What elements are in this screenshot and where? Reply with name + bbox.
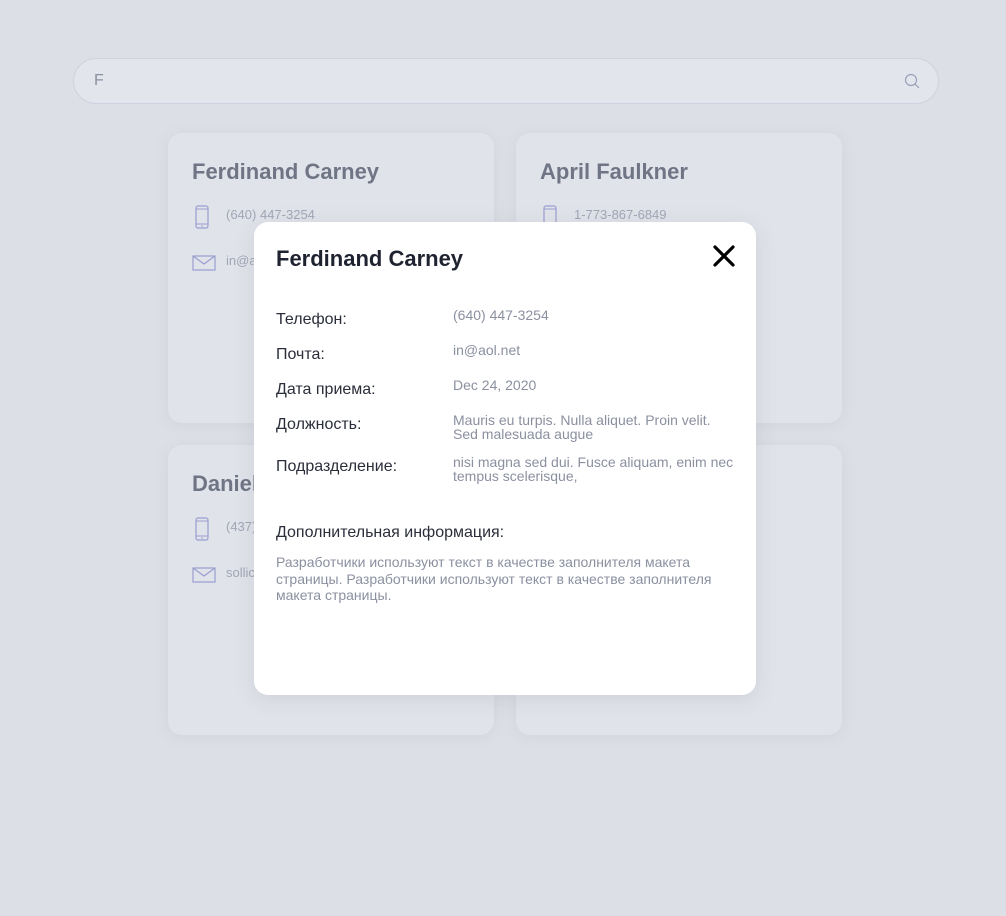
search-bar	[73, 58, 939, 104]
phone-icon	[195, 205, 209, 229]
phone-icon	[195, 517, 209, 541]
field-value-position: Mauris eu turpis. Nulla aliquet. Proin v…	[453, 412, 711, 442]
close-icon[interactable]	[712, 244, 736, 268]
field-value-hire-date: Dec 24, 2020	[453, 377, 537, 393]
field-value-department: nisi magna sed dui. Fusce aliquam, enim …	[453, 454, 734, 484]
field-value-email: in@aol.net	[453, 342, 521, 358]
field-label-email: Почта:	[276, 346, 325, 363]
search-input[interactable]	[94, 59, 874, 103]
mail-icon	[192, 567, 216, 583]
card-name: April Faulkner	[540, 159, 688, 184]
field-label-department: Подразделение:	[276, 458, 398, 475]
extra-info-text: Разработчики используют текст в качестве…	[276, 554, 712, 603]
card-name: Daniel	[192, 471, 259, 496]
field-label-phone: Телефон:	[276, 311, 347, 328]
field-label-hire-date: Дата приема:	[276, 381, 376, 398]
modal-title: Ferdinand Carney	[276, 246, 464, 271]
search-icon[interactable]	[904, 73, 920, 89]
field-label-position: Должность:	[276, 416, 362, 433]
card-phone: 1-773-867-6849	[574, 207, 667, 222]
card-phone: (437)	[226, 519, 257, 534]
card-email: sollic	[226, 565, 255, 580]
card-name: Ferdinand Carney	[192, 159, 380, 184]
employee-detail-modal: Ferdinand Carney Телефон: (640) 447-3254…	[254, 222, 756, 695]
card-phone: (640) 447-3254	[226, 207, 315, 222]
extra-info-label: Дополнительная информация:	[276, 524, 505, 541]
field-value-phone: (640) 447-3254	[453, 307, 549, 323]
mail-icon	[192, 255, 216, 271]
